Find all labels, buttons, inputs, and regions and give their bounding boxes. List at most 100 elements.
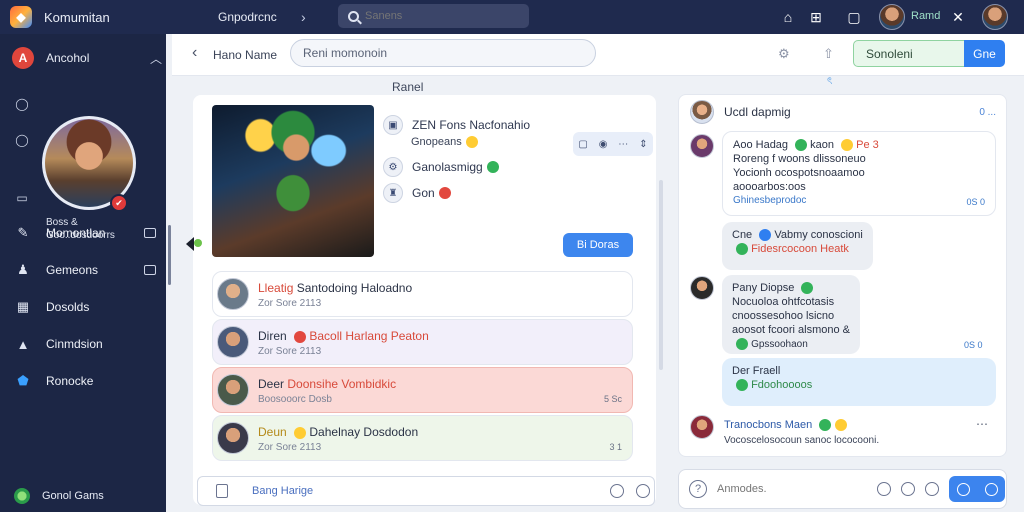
feed-card[interactable]: Deer Doonsihe Vombidkic Boosooorc Dosb 5…: [212, 367, 633, 413]
brush-icon: ✎: [17, 225, 29, 240]
message-link-row: Gpssoohaon: [732, 337, 850, 352]
sidebar-item-gemeons[interactable]: ♟ Gemeons: [0, 255, 166, 285]
green-emoji-icon: [736, 243, 748, 256]
thread-header-end[interactable]: 0 ...: [979, 107, 996, 118]
feed-composer[interactable]: Bang Harige: [197, 476, 655, 506]
expand-icon[interactable]: [144, 265, 156, 275]
send-icon[interactable]: [984, 482, 998, 496]
avatar: [217, 422, 249, 454]
green-emoji-icon: [795, 139, 808, 152]
send-button[interactable]: [949, 476, 1005, 502]
profile-avatar-small[interactable]: [982, 4, 1008, 30]
action-button[interactable]: Bi Doras: [563, 233, 633, 257]
sidebar-item-label: Momontlan: [46, 226, 106, 240]
app-logo-icon[interactable]: ◆: [10, 6, 32, 28]
trophy-icon: ♜: [383, 183, 403, 203]
message-bubble[interactable]: Aoo Hadag kaon Pe 3 Roreng f woons dliss…: [722, 131, 996, 216]
home-icon[interactable]: ⌂: [778, 7, 798, 27]
hero-image[interactable]: [212, 105, 374, 257]
feed-card[interactable]: Diren Bacoll Harlang Peaton Zor Sore 211…: [212, 319, 633, 365]
composer-text[interactable]: Bang Harige: [252, 485, 313, 497]
sidebar-item-label: Dosolds: [46, 300, 90, 314]
sidebar-item-dosolds[interactable]: ▦ Dosolds: [0, 292, 166, 322]
close-icon[interactable]: ✕: [948, 7, 968, 27]
attach-icon[interactable]: [216, 484, 228, 498]
sidebar-item-momontlan[interactable]: ✎ Momontlan: [0, 218, 166, 248]
compass-icon[interactable]: ◯: [14, 132, 30, 148]
check-circle-icon[interactable]: ◯: [14, 96, 30, 112]
page-title: Hano Name: [213, 48, 278, 62]
message-body-2: cnoossesohoo lsicno: [732, 310, 835, 322]
emoji-icon[interactable]: [877, 482, 891, 496]
message-bubble[interactable]: Cne Vabmy conoscioni Fidesrcocoon Heatk: [722, 222, 873, 270]
search-icon: [348, 10, 359, 22]
avatar[interactable]: [690, 134, 714, 158]
thread-header: Ucdl dapmig 0 ...: [690, 99, 996, 125]
copy-icon[interactable]: ▢: [578, 139, 587, 150]
breadcrumb[interactable]: Gnpodrcnc: [218, 10, 298, 24]
view-icon[interactable]: ◉: [599, 139, 608, 150]
expand-icon[interactable]: [144, 228, 156, 238]
sidebar-scrollbar[interactable]: [168, 225, 171, 285]
green-emoji-icon: [736, 338, 748, 351]
feed-card-meta: Zor Sore 2113: [258, 442, 322, 453]
more-icon[interactable]: ⋯: [618, 139, 628, 150]
feed-card[interactable]: Deun Dahelnay Dosdodon Zor Sore 2113 3 1: [212, 415, 633, 461]
thread-indicator: ৎ: [827, 76, 833, 87]
message-link[interactable]: Ghinesbeprodoc: [733, 194, 985, 208]
sidebar-item-cinmdsion[interactable]: ▲ Cinmdsion: [0, 329, 166, 359]
avatar[interactable]: [690, 276, 714, 300]
sidebar-footer-label: Gonol Gams: [42, 490, 104, 502]
sidebar-item-ronocke[interactable]: ⬟ Ronocke: [0, 366, 166, 396]
feed-card-meta: Zor Sore 2113: [258, 346, 322, 357]
message-bubble[interactable]: Der Fraell Fdoohoooos: [722, 358, 996, 406]
feed-card-end: 3 1: [609, 442, 622, 452]
chat-icon[interactable]: ▢: [844, 7, 864, 27]
sidebar-header[interactable]: A Ancohol ︿: [12, 47, 162, 69]
camera-icon[interactable]: [901, 482, 915, 496]
sidebar-item-label: Ronocke: [46, 374, 94, 388]
feed-card[interactable]: Lleatig Santodoing Haloadno Zor Sore 211…: [212, 271, 633, 317]
search-box[interactable]: [338, 4, 529, 28]
prev-arrow-icon[interactable]: [186, 237, 194, 251]
user-avatar[interactable]: [879, 4, 905, 30]
search-input[interactable]: [365, 10, 515, 22]
feed-scrollbar[interactable]: [659, 180, 663, 370]
grid-icon[interactable]: ⊞: [806, 7, 826, 27]
more-options-icon[interactable]: ⋯: [976, 417, 988, 431]
share-icon[interactable]: ⇧: [823, 46, 834, 62]
last-item-title: Tranocbons Maen: [724, 419, 848, 432]
image-icon[interactable]: [925, 482, 939, 496]
message-input[interactable]: [717, 478, 867, 500]
message-composer[interactable]: ?: [678, 469, 1007, 509]
chevron-up-icon[interactable]: ︿: [150, 50, 162, 67]
message-body-3: aoosot fcoori alsmono &: [732, 324, 851, 336]
back-arrow-icon[interactable]: ‹: [192, 44, 197, 62]
sort-icon[interactable]: ⇕: [639, 139, 647, 150]
go-button[interactable]: Gne: [964, 40, 1005, 67]
emoji-icon[interactable]: [610, 484, 624, 498]
status-pill[interactable]: Sonoleni: [853, 40, 965, 67]
blue-emoji-icon: [759, 229, 772, 242]
help-icon[interactable]: ?: [689, 480, 707, 498]
message-heading: Aoo Hadag kaon Pe 3: [733, 139, 879, 152]
settings-icon[interactable]: ⚙: [778, 46, 790, 62]
info-icon[interactable]: [636, 484, 650, 498]
chevron-right-icon: ›: [301, 9, 306, 25]
feed-card-title: Diren Bacoll Harlang Peaton: [258, 329, 429, 343]
document-icon[interactable]: ▭: [14, 190, 30, 206]
red-emoji-icon: [438, 187, 451, 199]
avatar[interactable]: [690, 100, 714, 124]
green-emoji-icon: [819, 419, 832, 432]
mic-icon[interactable]: [956, 482, 970, 496]
app-title: Komumitan: [44, 9, 110, 25]
title-input[interactable]: [290, 39, 596, 67]
grid-icon: ▦: [16, 299, 30, 314]
thread-last-item[interactable]: Tranocbons Maen Vocoscelosocoun sanoc lo…: [690, 415, 996, 455]
post-actions[interactable]: ▢ ◉ ⋯ ⇕: [573, 132, 653, 156]
message-bubble[interactable]: Pany Diopse Nocuoloa ohtfcotasis cnoosse…: [722, 275, 860, 354]
sidebar-item-label: Cinmdsion: [46, 337, 103, 351]
sidebar-footer[interactable]: Gonol Gams: [14, 488, 104, 504]
feed-title: Ranel: [392, 80, 424, 94]
gear-icon: ⚙: [383, 157, 403, 177]
